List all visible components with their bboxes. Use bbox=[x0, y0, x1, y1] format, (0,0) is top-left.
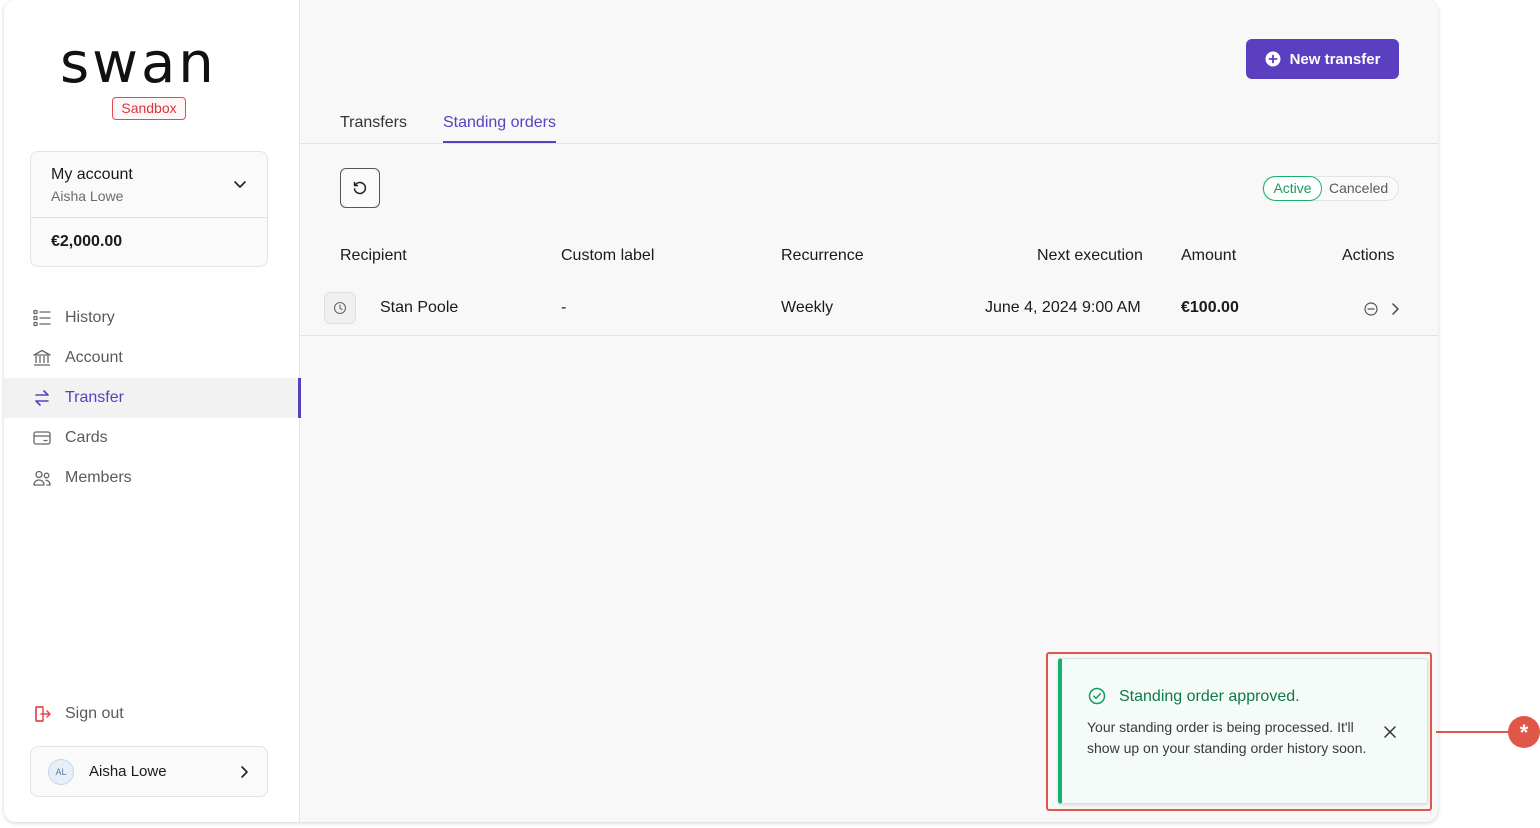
avatar: AL bbox=[48, 758, 74, 785]
cell-amount: €100.00 bbox=[1181, 299, 1239, 316]
sidebar-item-label: Account bbox=[65, 349, 123, 366]
bank-icon bbox=[33, 349, 51, 366]
refresh-button[interactable] bbox=[340, 168, 380, 208]
account-title: My account bbox=[51, 166, 133, 183]
user-name: Aisha Lowe bbox=[89, 763, 167, 780]
sidebar-item-transfer[interactable]: Transfer bbox=[4, 378, 301, 418]
new-transfer-button[interactable]: New transfer bbox=[1246, 39, 1399, 79]
card-icon bbox=[33, 431, 51, 445]
account-switcher[interactable]: My account Aisha Lowe €2,000.00 bbox=[30, 151, 268, 267]
sidebar-item-members[interactable]: Members bbox=[4, 458, 300, 498]
status-filter: Active Canceled bbox=[1262, 176, 1399, 201]
tab-bar: Transfers Standing orders bbox=[300, 110, 1438, 144]
new-transfer-label: New transfer bbox=[1289, 50, 1381, 68]
plus-circle-icon bbox=[1265, 51, 1281, 67]
sign-out-icon bbox=[35, 706, 51, 722]
svg-text:swan: swan bbox=[60, 38, 217, 88]
swan-logo: swan bbox=[60, 38, 217, 88]
column-header-amount[interactable]: Amount bbox=[1181, 247, 1236, 265]
sidebar: swan Sandbox My account Aisha Lowe €2,00… bbox=[4, 0, 301, 822]
row-type-badge bbox=[324, 292, 356, 324]
column-header-custom-label[interactable]: Custom label bbox=[561, 247, 654, 265]
tab-standing-orders[interactable]: Standing orders bbox=[443, 114, 556, 143]
refresh-icon bbox=[353, 181, 367, 195]
account-balance: €2,000.00 bbox=[51, 233, 123, 250]
sidebar-item-cards[interactable]: Cards bbox=[4, 418, 300, 458]
cell-recurrence: Weekly bbox=[781, 299, 834, 316]
sidebar-nav: History Account Transfer Cards Members bbox=[4, 298, 301, 498]
sidebar-item-label: Members bbox=[65, 469, 132, 486]
annotation-connector bbox=[1436, 731, 1508, 733]
sidebar-item-account[interactable]: Account bbox=[4, 338, 300, 378]
filter-canceled-button[interactable]: Canceled bbox=[1329, 177, 1388, 200]
cell-custom-label: - bbox=[561, 299, 567, 316]
list-icon bbox=[33, 309, 51, 327]
sign-out-button[interactable]: Sign out bbox=[32, 704, 124, 724]
toast-highlight-box bbox=[1046, 652, 1432, 811]
cell-next-execution: June 4, 2024 9:00 AM bbox=[985, 299, 1141, 316]
sandbox-badge: Sandbox bbox=[112, 97, 186, 120]
column-header-next-execution[interactable]: Next execution bbox=[1037, 247, 1143, 265]
filter-active-button[interactable]: Active bbox=[1263, 176, 1322, 201]
annotation-marker: * bbox=[1508, 716, 1540, 748]
account-header[interactable]: My account Aisha Lowe bbox=[31, 152, 267, 218]
sidebar-item-history[interactable]: History bbox=[4, 298, 300, 338]
sidebar-item-label: Cards bbox=[65, 429, 108, 446]
cancel-order-icon[interactable] bbox=[1363, 301, 1379, 317]
chevron-right-icon[interactable] bbox=[1387, 301, 1403, 317]
sign-out-label: Sign out bbox=[65, 705, 124, 722]
user-profile-button[interactable]: AL Aisha Lowe bbox=[30, 746, 268, 797]
tab-transfers[interactable]: Transfers bbox=[340, 114, 407, 143]
people-icon bbox=[33, 470, 51, 486]
column-header-actions: Actions bbox=[1342, 247, 1395, 264]
chevron-down-icon bbox=[234, 181, 246, 188]
arrows-swap-icon bbox=[35, 390, 49, 406]
table-row[interactable]: Stan Poole - Weekly June 4, 2024 9:00 AM… bbox=[300, 282, 1438, 336]
chevron-right-icon bbox=[241, 766, 248, 778]
column-header-recipient[interactable]: Recipient bbox=[340, 247, 407, 265]
sidebar-item-label: Transfer bbox=[65, 389, 124, 406]
cell-recipient: Stan Poole bbox=[380, 299, 459, 316]
clock-icon bbox=[333, 301, 347, 315]
account-holder: Aisha Lowe bbox=[51, 188, 124, 204]
column-header-recurrence[interactable]: Recurrence bbox=[781, 247, 864, 265]
sidebar-item-label: History bbox=[65, 309, 115, 326]
